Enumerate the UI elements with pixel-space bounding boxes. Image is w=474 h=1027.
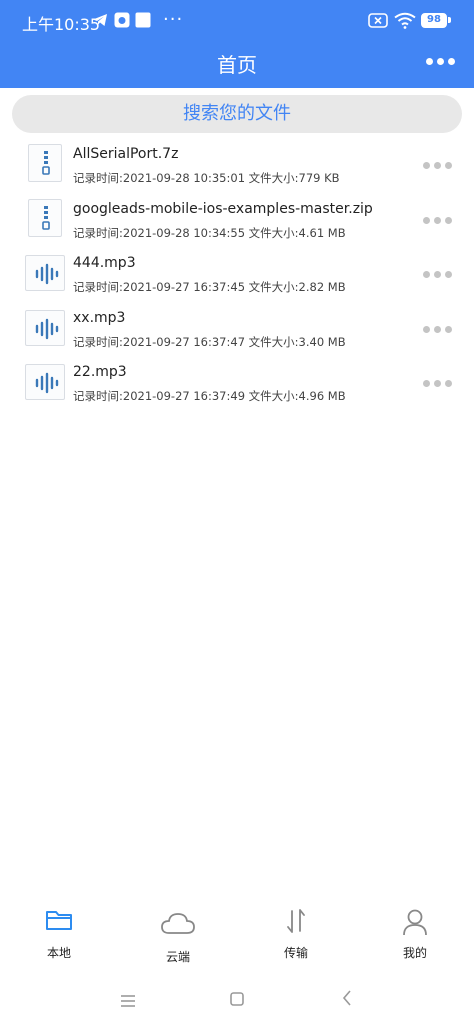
item-more-button[interactable] — [423, 271, 453, 279]
file-name: 444.mp3 — [73, 255, 136, 271]
app-notification-icon — [114, 12, 130, 32]
system-nav-bar — [0, 980, 474, 1027]
wifi-icon — [394, 12, 416, 33]
dot-icon — [445, 380, 452, 387]
file-meta: 记录时间:2021-09-27 16:37:45 文件大小:2.82 MB — [73, 280, 346, 294]
page-title: 首页 — [217, 53, 257, 77]
dot-icon — [423, 271, 430, 278]
dot-icon — [423, 162, 430, 169]
dot-icon — [434, 380, 441, 387]
list-item[interactable]: 22.mp3 记录时间:2021-09-27 16:37:49 文件大小:4.9… — [0, 358, 474, 413]
dot-icon — [445, 216, 452, 224]
more-notifications-icon: ··· — [163, 9, 184, 30]
cloud-icon — [160, 911, 196, 939]
back-icon[interactable] — [342, 990, 352, 1010]
audio-file-icon — [25, 309, 65, 346]
dot-icon — [434, 162, 441, 169]
list-item[interactable]: googleads-mobile-ios-examples-master.zip… — [0, 195, 474, 250]
dot-icon — [445, 162, 452, 169]
search-bar[interactable]: 搜索您的文件 — [12, 95, 462, 133]
tab-local[interactable]: 本地 — [19, 900, 99, 972]
file-meta: 记录时间:2021-09-28 10:35:01 文件大小:779 KB — [73, 171, 340, 185]
archive-file-icon — [28, 144, 62, 182]
more-options-button[interactable] — [426, 58, 456, 68]
menu-icon[interactable] — [121, 992, 135, 1011]
dot-icon — [437, 58, 444, 65]
file-meta: 记录时间:2021-09-28 10:34:55 文件大小:4.61 MB — [73, 225, 346, 240]
dot-icon — [445, 271, 452, 278]
list-item[interactable]: 444.mp3 记录时间:2021-09-27 16:37:45 文件大小:2.… — [0, 249, 474, 304]
dot-icon — [423, 216, 430, 224]
tab-label: 云端 — [165, 950, 190, 964]
status-bar: 上午10:35 ··· 98 — [0, 0, 474, 42]
tab-label: 传输 — [283, 946, 308, 960]
dot-icon — [445, 325, 452, 333]
file-name: googleads-mobile-ios-examples-master.zip — [73, 200, 373, 217]
item-more-button[interactable] — [423, 162, 453, 170]
tab-label: 我的 — [402, 946, 427, 960]
audio-file-icon — [25, 255, 65, 291]
dot-icon — [434, 216, 441, 224]
file-list: AllSerialPort.7z 记录时间:2021-09-28 10:35:0… — [0, 140, 474, 413]
tab-transfer[interactable]: 传输 — [256, 900, 336, 972]
tab-mine[interactable]: 我的 — [375, 900, 455, 972]
dot-icon — [434, 271, 441, 278]
battery-indicator: 98 — [421, 13, 451, 28]
item-more-button[interactable] — [423, 216, 453, 225]
dot-icon — [448, 58, 455, 65]
transfer-arrows-icon — [285, 908, 307, 938]
sim-off-icon — [368, 13, 388, 32]
archive-file-icon — [28, 198, 62, 237]
file-name: xx.mp3 — [73, 309, 126, 326]
item-more-button[interactable] — [423, 380, 453, 388]
file-meta: 记录时间:2021-09-27 16:37:47 文件大小:3.40 MB — [73, 334, 346, 349]
list-item[interactable]: xx.mp3 记录时间:2021-09-27 16:37:47 文件大小:3.4… — [0, 304, 474, 359]
home-icon[interactable] — [230, 991, 244, 1010]
dot-icon — [426, 58, 433, 65]
notification-square-icon — [135, 12, 151, 32]
file-name: 22.mp3 — [73, 364, 127, 380]
status-time: 上午10:35 — [22, 15, 101, 34]
dot-icon — [423, 325, 430, 333]
list-item[interactable]: AllSerialPort.7z 记录时间:2021-09-28 10:35:0… — [0, 140, 474, 195]
file-name: AllSerialPort.7z — [73, 146, 179, 162]
folder-icon — [45, 908, 73, 936]
telegram-icon — [92, 12, 108, 32]
user-icon — [401, 908, 429, 940]
file-meta: 记录时间:2021-09-27 16:37:49 文件大小:4.96 MB — [73, 389, 346, 403]
item-more-button[interactable] — [423, 325, 453, 334]
tab-label: 本地 — [46, 946, 71, 960]
dot-icon — [423, 380, 430, 387]
tab-cloud[interactable]: 云端 — [138, 900, 218, 972]
audio-file-icon — [25, 364, 65, 400]
bottom-tab-bar: 本地 云端 传输 我的 — [0, 900, 474, 972]
app-header: 上午10:35 ··· 98 首页 — [0, 0, 474, 88]
dot-icon — [434, 325, 441, 333]
search-placeholder: 搜索您的文件 — [183, 103, 291, 124]
